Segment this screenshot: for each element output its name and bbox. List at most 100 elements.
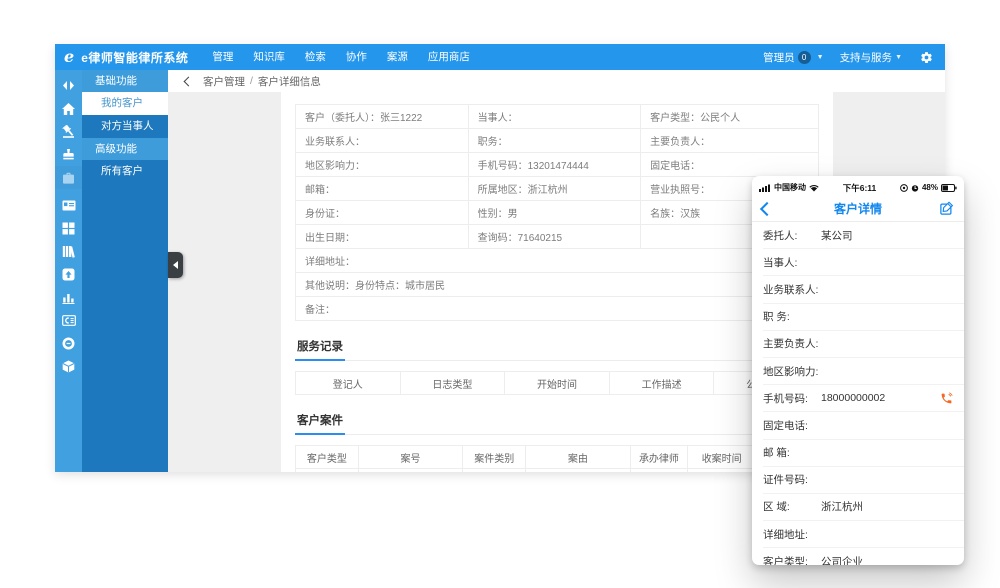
field-mobile: 手机号码：13201474444 (468, 153, 641, 177)
clock-label: 下午6:11 (822, 182, 897, 194)
header-right: 管理员 0 ▼ 支持与服务 ▼ (749, 50, 933, 65)
table-row: 出生日期： 查询码：71640215 (296, 225, 819, 249)
client-detail-table: 客户（委托人）：张三1222 当事人： 客户类型：公民个人 业务联系人： 职务：… (295, 104, 819, 321)
table-row: 其他说明：身份特点：城市居民 (296, 273, 819, 297)
table-row: 业务联系人： 职务： 主要负责人： (296, 129, 819, 153)
gear-icon[interactable] (920, 51, 933, 64)
table-row: 备注： (296, 297, 819, 321)
col-lawyer: 承办律师 (630, 446, 688, 469)
status-right: 48% (900, 183, 957, 192)
row-label: 地区影响力: (763, 364, 821, 379)
app-title: e律师智能律所系统 (81, 49, 188, 66)
orientation-lock-icon (900, 184, 908, 192)
stamp-icon[interactable] (55, 143, 82, 166)
row-label: 当事人: (763, 255, 821, 270)
col-case-category: 案件类别 (463, 446, 526, 469)
chevron-down-icon: ▼ (817, 54, 824, 61)
cell-case-no[interactable]: 2018（民）第0015号 (358, 469, 463, 473)
col-accept-date: 收案时间 (688, 446, 756, 469)
phone-row-cert-no: 证件号码: (763, 467, 964, 494)
breadcrumb-section[interactable]: 客户管理 (203, 74, 245, 89)
phone-row-influence: 地区影响力: (763, 358, 964, 385)
stats-icon[interactable] (55, 286, 82, 309)
call-icon[interactable] (940, 392, 953, 405)
service-records-section: 服务记录 (295, 337, 819, 361)
collapse-icon[interactable] (55, 74, 82, 97)
phone-nav-bar: 客户详情 (752, 196, 964, 222)
sidebar-item-opposing-party[interactable]: 对方当事人 (82, 115, 168, 138)
library-icon[interactable] (55, 240, 82, 263)
client-cases-table: 客户类型 案号 案件类别 案由 承办律师 收案时间 结案状态 委托人 2018（… (295, 445, 819, 472)
row-value: 浙江杭州 (821, 499, 863, 514)
support-menu[interactable]: 支持与服务 ▼ (840, 50, 902, 65)
col-case-no: 案号 (358, 446, 463, 469)
col-cause: 案由 (526, 446, 631, 469)
row-label: 区 域: (763, 499, 821, 514)
col-log-type: 日志类型 (400, 372, 505, 395)
nav-cases[interactable]: 案源 (377, 44, 418, 70)
sidebar-item-my-clients[interactable]: 我的客户 (82, 92, 168, 115)
client-cases-section: 客户案件 (295, 411, 819, 435)
col-start-time: 开始时间 (505, 372, 610, 395)
table-row: 详细地址： (296, 249, 819, 273)
field-landline: 固定电话： (641, 153, 819, 177)
icon-rail (55, 70, 82, 472)
phone-page-title: 客户详情 (752, 200, 964, 217)
gavel-icon[interactable] (55, 120, 82, 143)
cube-icon[interactable] (55, 355, 82, 378)
phone-row-client-type: 客户类型: 公司企业 (763, 548, 964, 565)
cell-lawyer: 管理员 (630, 469, 688, 473)
nav-manage[interactable]: 管理 (202, 44, 243, 70)
table-row: 委托人 2018（民）第0015号 民商案件 试用买卖合同纠纷 管理员 2018… (296, 469, 819, 473)
row-label: 固定电话: (763, 418, 821, 433)
phone-row-region: 区 域: 浙江杭州 (763, 494, 964, 521)
sidebar-collapse-handle[interactable] (168, 252, 183, 278)
breadcrumb: 客户管理 / 客户详细信息 (168, 70, 945, 92)
upload-icon[interactable] (55, 263, 82, 286)
table-row: 邮箱： 所属地区：浙江杭州 营业执照号： (296, 177, 819, 201)
doc-icon[interactable] (55, 309, 82, 332)
field-influence: 地区影响力： (296, 153, 469, 177)
sidebar-item-all-clients[interactable]: 所有客户 (82, 160, 168, 183)
field-other-notes: 其他说明：身份特点：城市居民 (296, 273, 819, 297)
nav-appstore[interactable]: 应用商店 (418, 44, 480, 70)
service-records-table: 登记人 日志类型 开始时间 工作描述 公开状态 (295, 371, 819, 395)
table-header-row: 登记人 日志类型 开始时间 工作描述 公开状态 (296, 372, 819, 395)
col-client-type: 客户类型 (296, 446, 359, 469)
idcard-icon[interactable] (55, 194, 82, 217)
edit-icon[interactable] (939, 201, 954, 216)
phone-preview: 中国移动 下午6:11 48% 客户详情 委托人: 某公司 当事人: 业务联系人… (752, 176, 964, 565)
briefcase-icon[interactable] (55, 166, 82, 189)
row-value: 某公司 (821, 228, 853, 243)
section-title: 服务记录 (295, 338, 345, 361)
back-icon[interactable] (184, 76, 194, 86)
row-value: 公司企业 (821, 554, 863, 565)
wifi-icon (809, 184, 819, 192)
app-logo: e (64, 49, 74, 65)
circle-icon[interactable] (55, 332, 82, 355)
field-region: 所属地区：浙江杭州 (468, 177, 641, 201)
field-gender: 性别：男 (468, 201, 641, 225)
sidebar-section-basic: 基础功能 (82, 70, 168, 92)
apps-icon[interactable] (55, 217, 82, 240)
top-nav: 管理 知识库 检索 协作 案源 应用商店 (202, 44, 480, 70)
phone-row-contact: 业务联系人: (763, 276, 964, 303)
cell-case-category: 民商案件 (463, 469, 526, 473)
sidebar: 基础功能 我的客户 对方当事人 高级功能 所有客户 (82, 70, 168, 472)
phone-row-address: 详细地址: (763, 521, 964, 548)
field-address: 详细地址： (296, 249, 819, 273)
col-registrant: 登记人 (296, 372, 401, 395)
field-contact: 业务联系人： (296, 129, 469, 153)
cell-client-type: 委托人 (296, 469, 359, 473)
row-label: 主要负责人: (763, 336, 821, 351)
row-label: 手机号码: (763, 391, 821, 406)
nav-collab[interactable]: 协作 (336, 44, 377, 70)
user-menu[interactable]: 管理员 0 ▼ (763, 50, 823, 65)
row-label: 详细地址: (763, 527, 821, 542)
home-icon[interactable] (55, 97, 82, 120)
nav-search[interactable]: 检索 (295, 44, 336, 70)
chevron-left-icon (173, 261, 178, 269)
breadcrumb-current: 客户详细信息 (258, 74, 321, 89)
table-row: 地区影响力： 手机号码：13201474444 固定电话： (296, 153, 819, 177)
nav-knowledge[interactable]: 知识库 (243, 44, 295, 70)
